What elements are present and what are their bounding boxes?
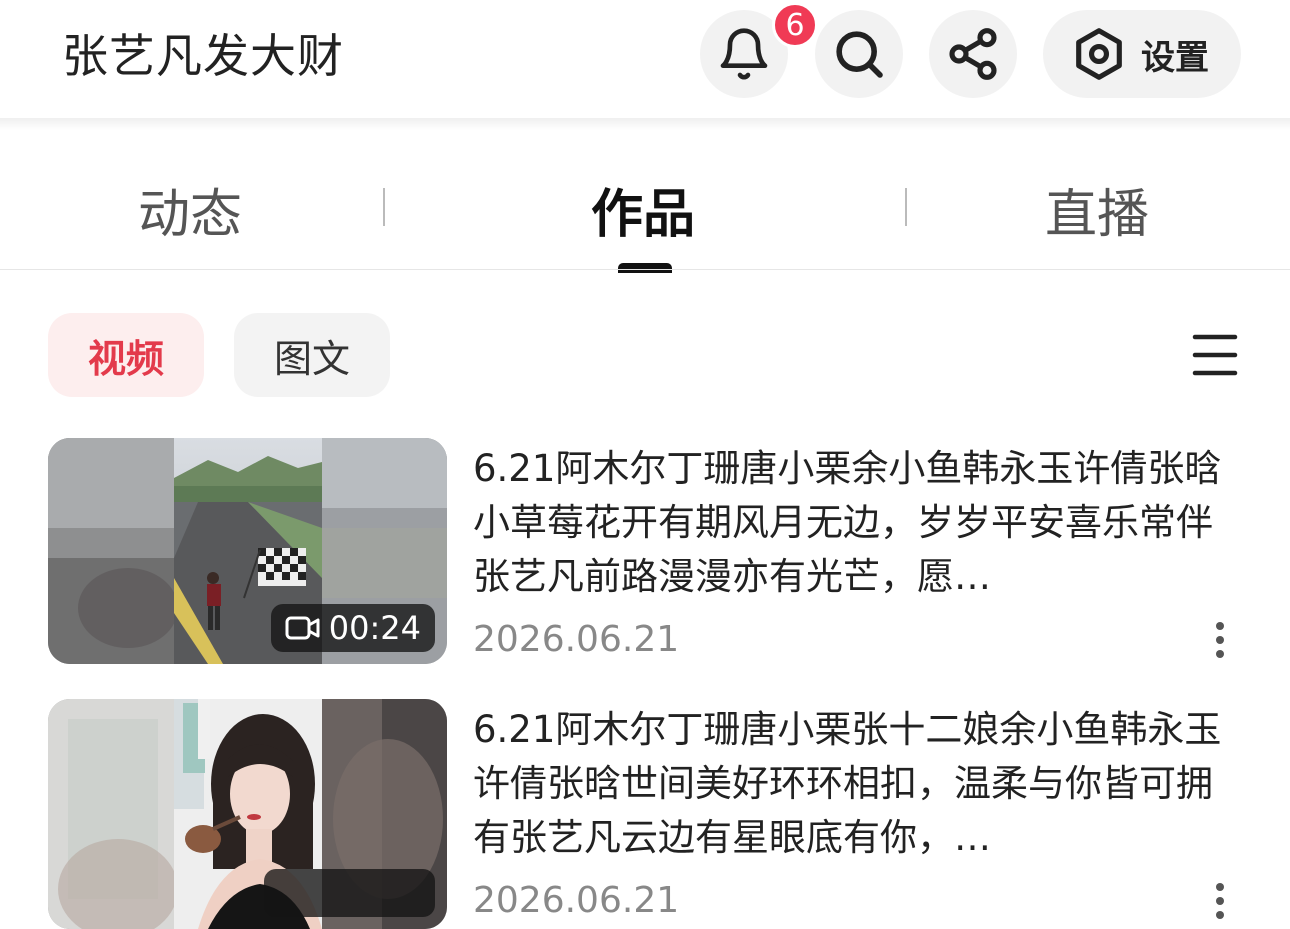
profile-header: 张艺凡发大财 6 设置 [0,0,1290,118]
filter-text-chip[interactable]: 图文 [234,313,390,397]
share-button[interactable] [929,10,1017,98]
share-icon [949,28,997,80]
more-options-button[interactable] [1210,620,1230,664]
settings-button[interactable]: 设置 [1043,10,1241,98]
search-button[interactable] [815,10,903,98]
video-date: 2026.06.21 [473,619,680,660]
menu-icon [1192,334,1238,376]
video-thumbnail[interactable]: 00:24 [48,438,447,664]
list-item[interactable]: 6.21阿木尔丁珊唐小栗张十二娘余小鱼韩永玉许倩张晗世间美好环环相扣，温柔与你皆… [0,699,1290,929]
video-title[interactable]: 6.21阿木尔丁珊唐小栗余小鱼韩永玉许倩张晗小草莓花开有期风月无边，岁岁平安喜乐… [473,442,1233,604]
tabs-divider [0,269,1290,270]
active-tab-indicator [618,263,672,273]
duration-badge [264,869,435,917]
content-tabs: 动态 作品 直播 [0,150,1290,273]
filter-video-chip[interactable]: 视频 [48,313,204,397]
tab-zhibo[interactable]: 直播 [1045,180,1149,250]
duration-text: 00:24 [328,609,421,647]
bell-icon [720,28,768,80]
video-thumbnail[interactable] [48,699,447,929]
list-menu-button[interactable] [1192,332,1238,382]
tab-zuopin[interactable]: 作品 [591,180,695,250]
video-camera-icon [285,616,320,640]
duration-badge: 00:24 [270,604,435,652]
notification-badge: 6 [772,2,818,48]
settings-icon [1076,28,1122,80]
video-title[interactable]: 6.21阿木尔丁珊唐小栗张十二娘余小鱼韩永玉许倩张晗世间美好环环相扣，温柔与你皆… [473,703,1233,865]
list-item[interactable]: 00:24 6.21阿木尔丁珊唐小栗余小鱼韩永玉许倩张晗小草莓花开有期风月无边，… [0,438,1290,668]
more-options-button[interactable] [1210,881,1230,925]
page-title: 张艺凡发大财 [62,29,344,83]
tab-divider [905,188,907,226]
settings-label: 设置 [1141,37,1209,78]
tab-divider [383,188,385,226]
video-date: 2026.06.21 [473,880,680,921]
more-vertical-icon [1216,622,1224,658]
tab-dongtai[interactable]: 动态 [138,180,242,250]
more-vertical-icon [1216,883,1224,919]
search-icon [836,31,883,78]
header-divider [0,118,1290,130]
